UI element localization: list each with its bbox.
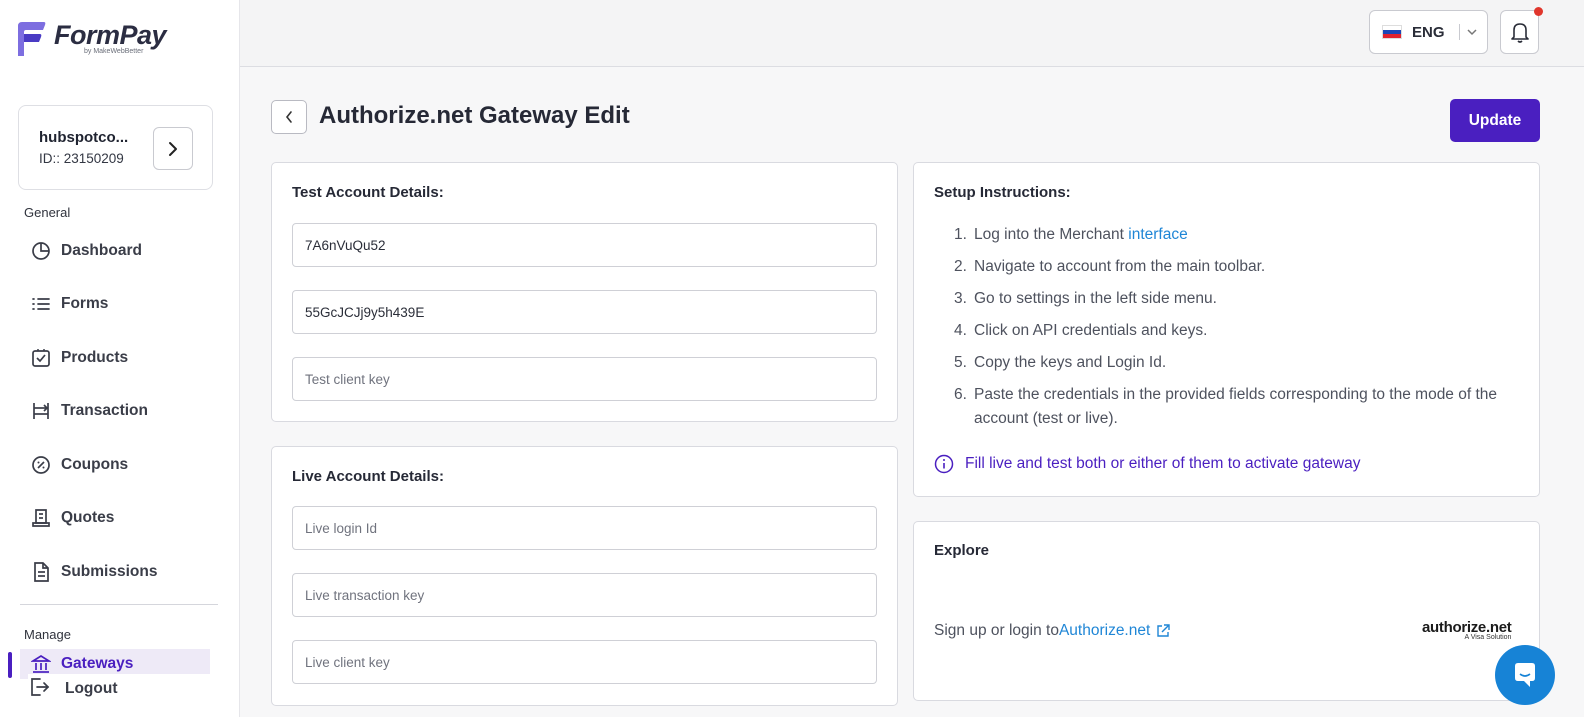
sidebar-item-quotes[interactable]: Quotes bbox=[20, 500, 210, 536]
external-link-icon[interactable] bbox=[1156, 624, 1170, 638]
brand-name: FormPay bbox=[54, 20, 167, 50]
chevron-left-icon bbox=[285, 111, 292, 123]
test-transaction-key-input[interactable]: 55GcJCJj9y5h439E bbox=[292, 290, 877, 334]
account-card: hubspotco... ID:: 23150209 bbox=[18, 105, 213, 190]
select-separator bbox=[1458, 24, 1460, 40]
document-icon bbox=[30, 561, 52, 583]
formpay-logo-icon bbox=[14, 20, 48, 58]
setup-instructions-card: Setup Instructions: 1. Log into the Merc… bbox=[913, 162, 1540, 497]
sidebar-item-label: Gateways bbox=[61, 655, 134, 672]
section-label-general: General bbox=[24, 205, 71, 220]
instruction-step: 1. Log into the Merchant interface bbox=[954, 226, 1188, 243]
test-account-title: Test Account Details: bbox=[292, 184, 444, 201]
sidebar-item-label: Coupons bbox=[61, 456, 129, 473]
activation-note: Fill live and test both or either of the… bbox=[934, 454, 1360, 474]
instruction-step: 2. Navigate to account from the main too… bbox=[954, 258, 1266, 275]
explore-text: Sign up or login to Authorize.net bbox=[934, 622, 1170, 640]
account-switch-button[interactable] bbox=[153, 127, 193, 170]
account-name: hubspotco... bbox=[39, 129, 129, 146]
chat-icon bbox=[1515, 663, 1535, 687]
sidebar: FormPay by MakeWebBetter hubspotco... ID… bbox=[0, 0, 240, 717]
russia-flag-icon bbox=[1382, 25, 1402, 39]
formpay-logo[interactable]: FormPay by MakeWebBetter bbox=[14, 20, 167, 58]
notifications-button[interactable] bbox=[1500, 7, 1543, 54]
top-bar: ENG bbox=[240, 0, 1584, 67]
info-icon bbox=[934, 454, 954, 474]
setup-title: Setup Instructions: bbox=[934, 184, 1071, 201]
live-login-id-input[interactable]: Live login Id bbox=[292, 506, 877, 550]
sidebar-item-transaction[interactable]: Transaction bbox=[20, 393, 210, 429]
sidebar-item-coupons[interactable]: Coupons bbox=[20, 447, 210, 483]
sidebar-item-label: Transaction bbox=[61, 402, 148, 419]
sidebar-item-submissions[interactable]: Submissions bbox=[20, 554, 210, 590]
section-label-manage: Manage bbox=[24, 627, 71, 642]
authorize-net-logo: authorize.net A Visa Solution bbox=[1422, 619, 1512, 641]
live-account-card: Live Account Details: Live login Id Live… bbox=[271, 446, 898, 706]
list-icon bbox=[30, 293, 52, 315]
instruction-step: 3. Go to settings in the left side menu. bbox=[954, 290, 1217, 307]
language-select[interactable]: ENG bbox=[1369, 10, 1488, 54]
sidebar-item-label: Submissions bbox=[61, 563, 158, 580]
sidebar-divider bbox=[20, 604, 218, 605]
sidebar-item-dashboard[interactable]: Dashboard bbox=[20, 233, 210, 269]
bell-icon bbox=[1510, 23, 1529, 43]
merchant-interface-link[interactable]: interface bbox=[1128, 226, 1187, 243]
sidebar-item-label: Quotes bbox=[61, 509, 115, 526]
sidebar-item-products[interactable]: Products bbox=[20, 340, 210, 376]
account-id: ID:: 23150209 bbox=[39, 151, 124, 166]
instructions-list: 1. Log into the Merchant interface 2. Na… bbox=[954, 223, 1514, 431]
explore-card: Explore Sign up or login to Authorize.ne… bbox=[913, 521, 1540, 701]
chat-widget-button[interactable] bbox=[1495, 645, 1555, 705]
test-login-id-input[interactable]: 7A6nVuQu52 bbox=[292, 223, 877, 267]
test-account-card: Test Account Details: 7A6nVuQu52 55GcJCJ… bbox=[271, 162, 898, 422]
notification-dot bbox=[1534, 7, 1543, 16]
test-client-key-input[interactable]: Test client key bbox=[292, 357, 877, 401]
live-transaction-key-input[interactable]: Live transaction key bbox=[292, 573, 877, 617]
product-icon bbox=[30, 347, 52, 369]
coupon-icon bbox=[30, 454, 52, 476]
sidebar-item-label: Forms bbox=[61, 295, 109, 312]
sidebar-item-label: Products bbox=[61, 349, 129, 366]
logout-icon bbox=[28, 676, 50, 703]
authorize-net-link[interactable]: Authorize.net bbox=[1059, 622, 1150, 640]
instruction-step: 5. Copy the keys and Login Id. bbox=[954, 354, 1167, 371]
sidebar-item-forms[interactable]: Forms bbox=[20, 286, 210, 322]
instruction-step: 4. Click on API credentials and keys. bbox=[954, 322, 1208, 339]
chevron-down-icon bbox=[1466, 23, 1478, 41]
language-value: ENG bbox=[1412, 23, 1445, 41]
logout-button[interactable]: Logout bbox=[28, 674, 228, 704]
transaction-icon bbox=[30, 400, 52, 422]
pie-chart-icon bbox=[30, 240, 52, 262]
quote-icon bbox=[30, 507, 52, 529]
back-button[interactable] bbox=[271, 100, 307, 134]
logout-label: Logout bbox=[65, 680, 118, 697]
live-client-key-input[interactable]: Live client key bbox=[292, 640, 877, 684]
active-indicator bbox=[8, 652, 12, 678]
explore-title: Explore bbox=[934, 542, 990, 559]
update-button[interactable]: Update bbox=[1450, 99, 1540, 142]
bank-icon bbox=[30, 653, 52, 675]
instruction-step: 6. Paste the credentials in the provided… bbox=[954, 386, 1498, 427]
sidebar-item-label: Dashboard bbox=[61, 242, 142, 259]
chevron-right-icon bbox=[169, 141, 177, 156]
page-title: Authorize.net Gateway Edit bbox=[319, 102, 630, 129]
live-account-title: Live Account Details: bbox=[292, 468, 444, 485]
